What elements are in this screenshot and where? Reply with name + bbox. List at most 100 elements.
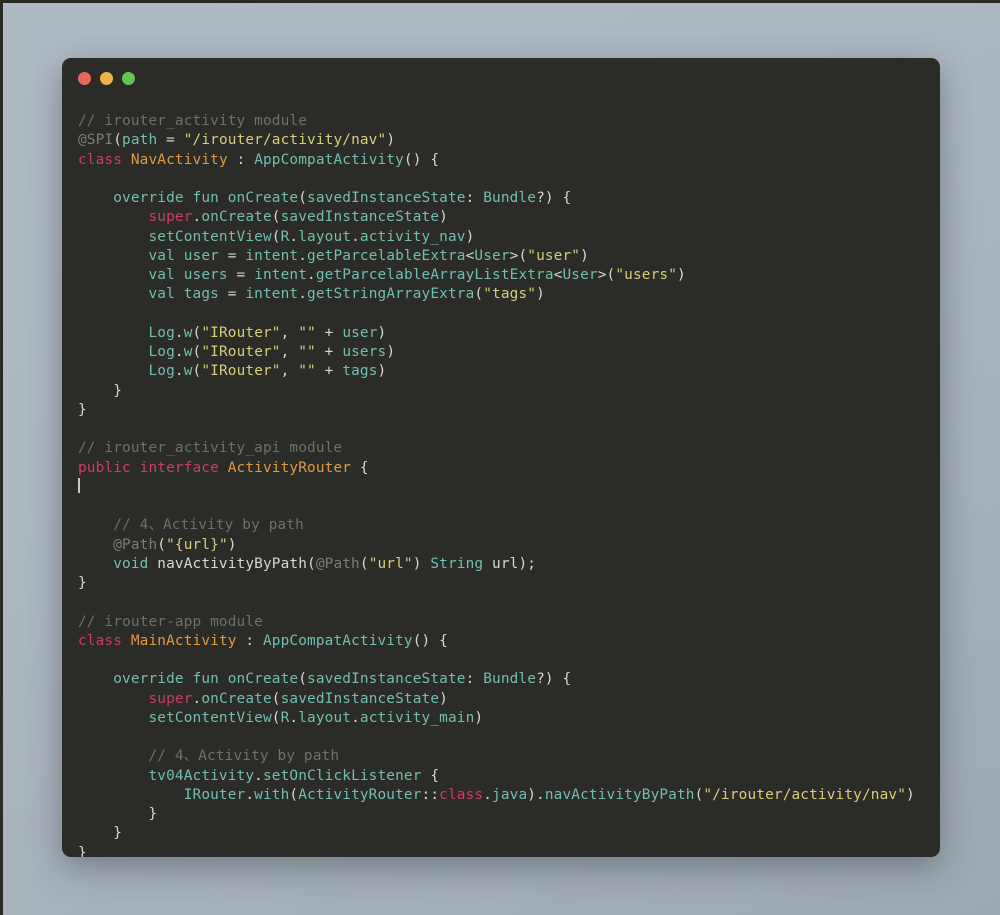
code-token: } [78,401,87,418]
source-code[interactable]: // irouter_activity module @SPI(path = "/… [78,112,922,857]
code-token: "url" [368,555,413,572]
code-token: < [553,267,563,283]
code-token: ( [289,786,299,803]
code-token: () { [403,151,440,168]
code-token: ) [580,247,589,264]
code-token: val users [148,267,228,283]
code-line: setContentView(R.layout.activity_nav) [78,228,922,247]
code-token: MainActivity [130,632,237,649]
code-token: getStringArrayExtra [307,286,475,303]
code-line: ​ [78,497,922,516]
code-line: class MainActivity : AppCompatActivity()… [78,632,922,651]
code-token: setOnClickListener [262,767,422,784]
code-line: ​ [78,305,922,324]
code-token: @SPI [78,132,114,149]
code-token: . [254,767,263,784]
code-line: } [78,844,922,858]
code-token: intent [245,286,299,303]
code-line: // irouter-app module [78,613,922,632]
code-token: ActivityRouter [298,786,422,803]
code-line: ​ [78,728,922,747]
code-token: . [483,786,493,803]
code-line: ​ [78,651,922,670]
code-token: = [218,286,246,303]
code-token: onCreate [227,671,299,688]
code-token: ( [298,190,308,206]
code-line [78,477,922,497]
code-token: super [148,209,193,226]
code-token: ( [298,671,308,688]
code-token: String [430,555,484,572]
code-token: public interface [78,459,219,476]
code-token: : [236,632,263,649]
code-token: >( [597,267,616,283]
code-line: } [78,805,922,824]
code-token: url); [483,555,537,572]
code-token: . [174,344,184,360]
code-line: Log.w("IRouter", "" + user) [78,324,922,343]
code-token: w [183,344,193,360]
code-token: . [192,690,202,707]
code-token: ( [307,555,316,572]
code-editor-area[interactable]: // irouter_activity module @SPI(path = "/… [62,98,940,857]
code-token: Log [148,344,175,360]
code-token: val tags [148,286,219,303]
code-token: savedInstanceState [307,190,466,206]
code-token: "IRouter" [201,324,281,341]
code-token: Log [148,324,175,341]
code-token: "{url}" [166,536,228,553]
code-token: class [78,632,123,649]
code-token: path [122,132,158,149]
code-token: // 4、Activity by path [113,517,304,534]
code-token: } [78,575,87,591]
code-token: getParcelableExtra [307,247,466,264]
code-token: : [227,151,255,168]
window-titlebar[interactable] [62,58,940,98]
code-token: , [280,363,299,380]
code-line: // irouter_activity_api module [78,439,922,458]
code-token: // irouter-app module [78,613,263,630]
close-button[interactable] [78,71,91,85]
code-token: savedInstanceState [307,671,466,688]
code-token: override fun [113,671,219,688]
code-line: ​ [78,170,922,189]
code-token: Bundle [483,190,537,206]
code-line: super.onCreate(savedInstanceState) [78,690,922,709]
code-line: setContentView(R.layout.activity_main) [78,709,922,728]
code-token: savedInstanceState [280,209,440,226]
code-token: "" [298,324,316,341]
code-token: override fun [113,190,219,206]
code-token: ) [227,536,237,553]
code-token: onCreate [227,190,299,206]
code-token: : [465,671,484,688]
code-token: void [113,555,149,572]
maximize-button[interactable] [122,71,135,85]
code-token: "/irouter/activity/nav" [183,132,387,149]
code-token: ) [386,344,396,360]
minimize-button[interactable] [100,71,113,85]
code-token: ( [271,209,281,226]
code-token: "IRouter" [201,344,281,360]
code-token: ( [271,709,281,726]
code-line: } [78,824,922,843]
code-line: IRouter.with(ActivityRouter::class.java)… [78,786,922,805]
code-token: ) [906,786,915,803]
code-token: . [192,209,202,226]
code-token: ( [271,690,281,707]
